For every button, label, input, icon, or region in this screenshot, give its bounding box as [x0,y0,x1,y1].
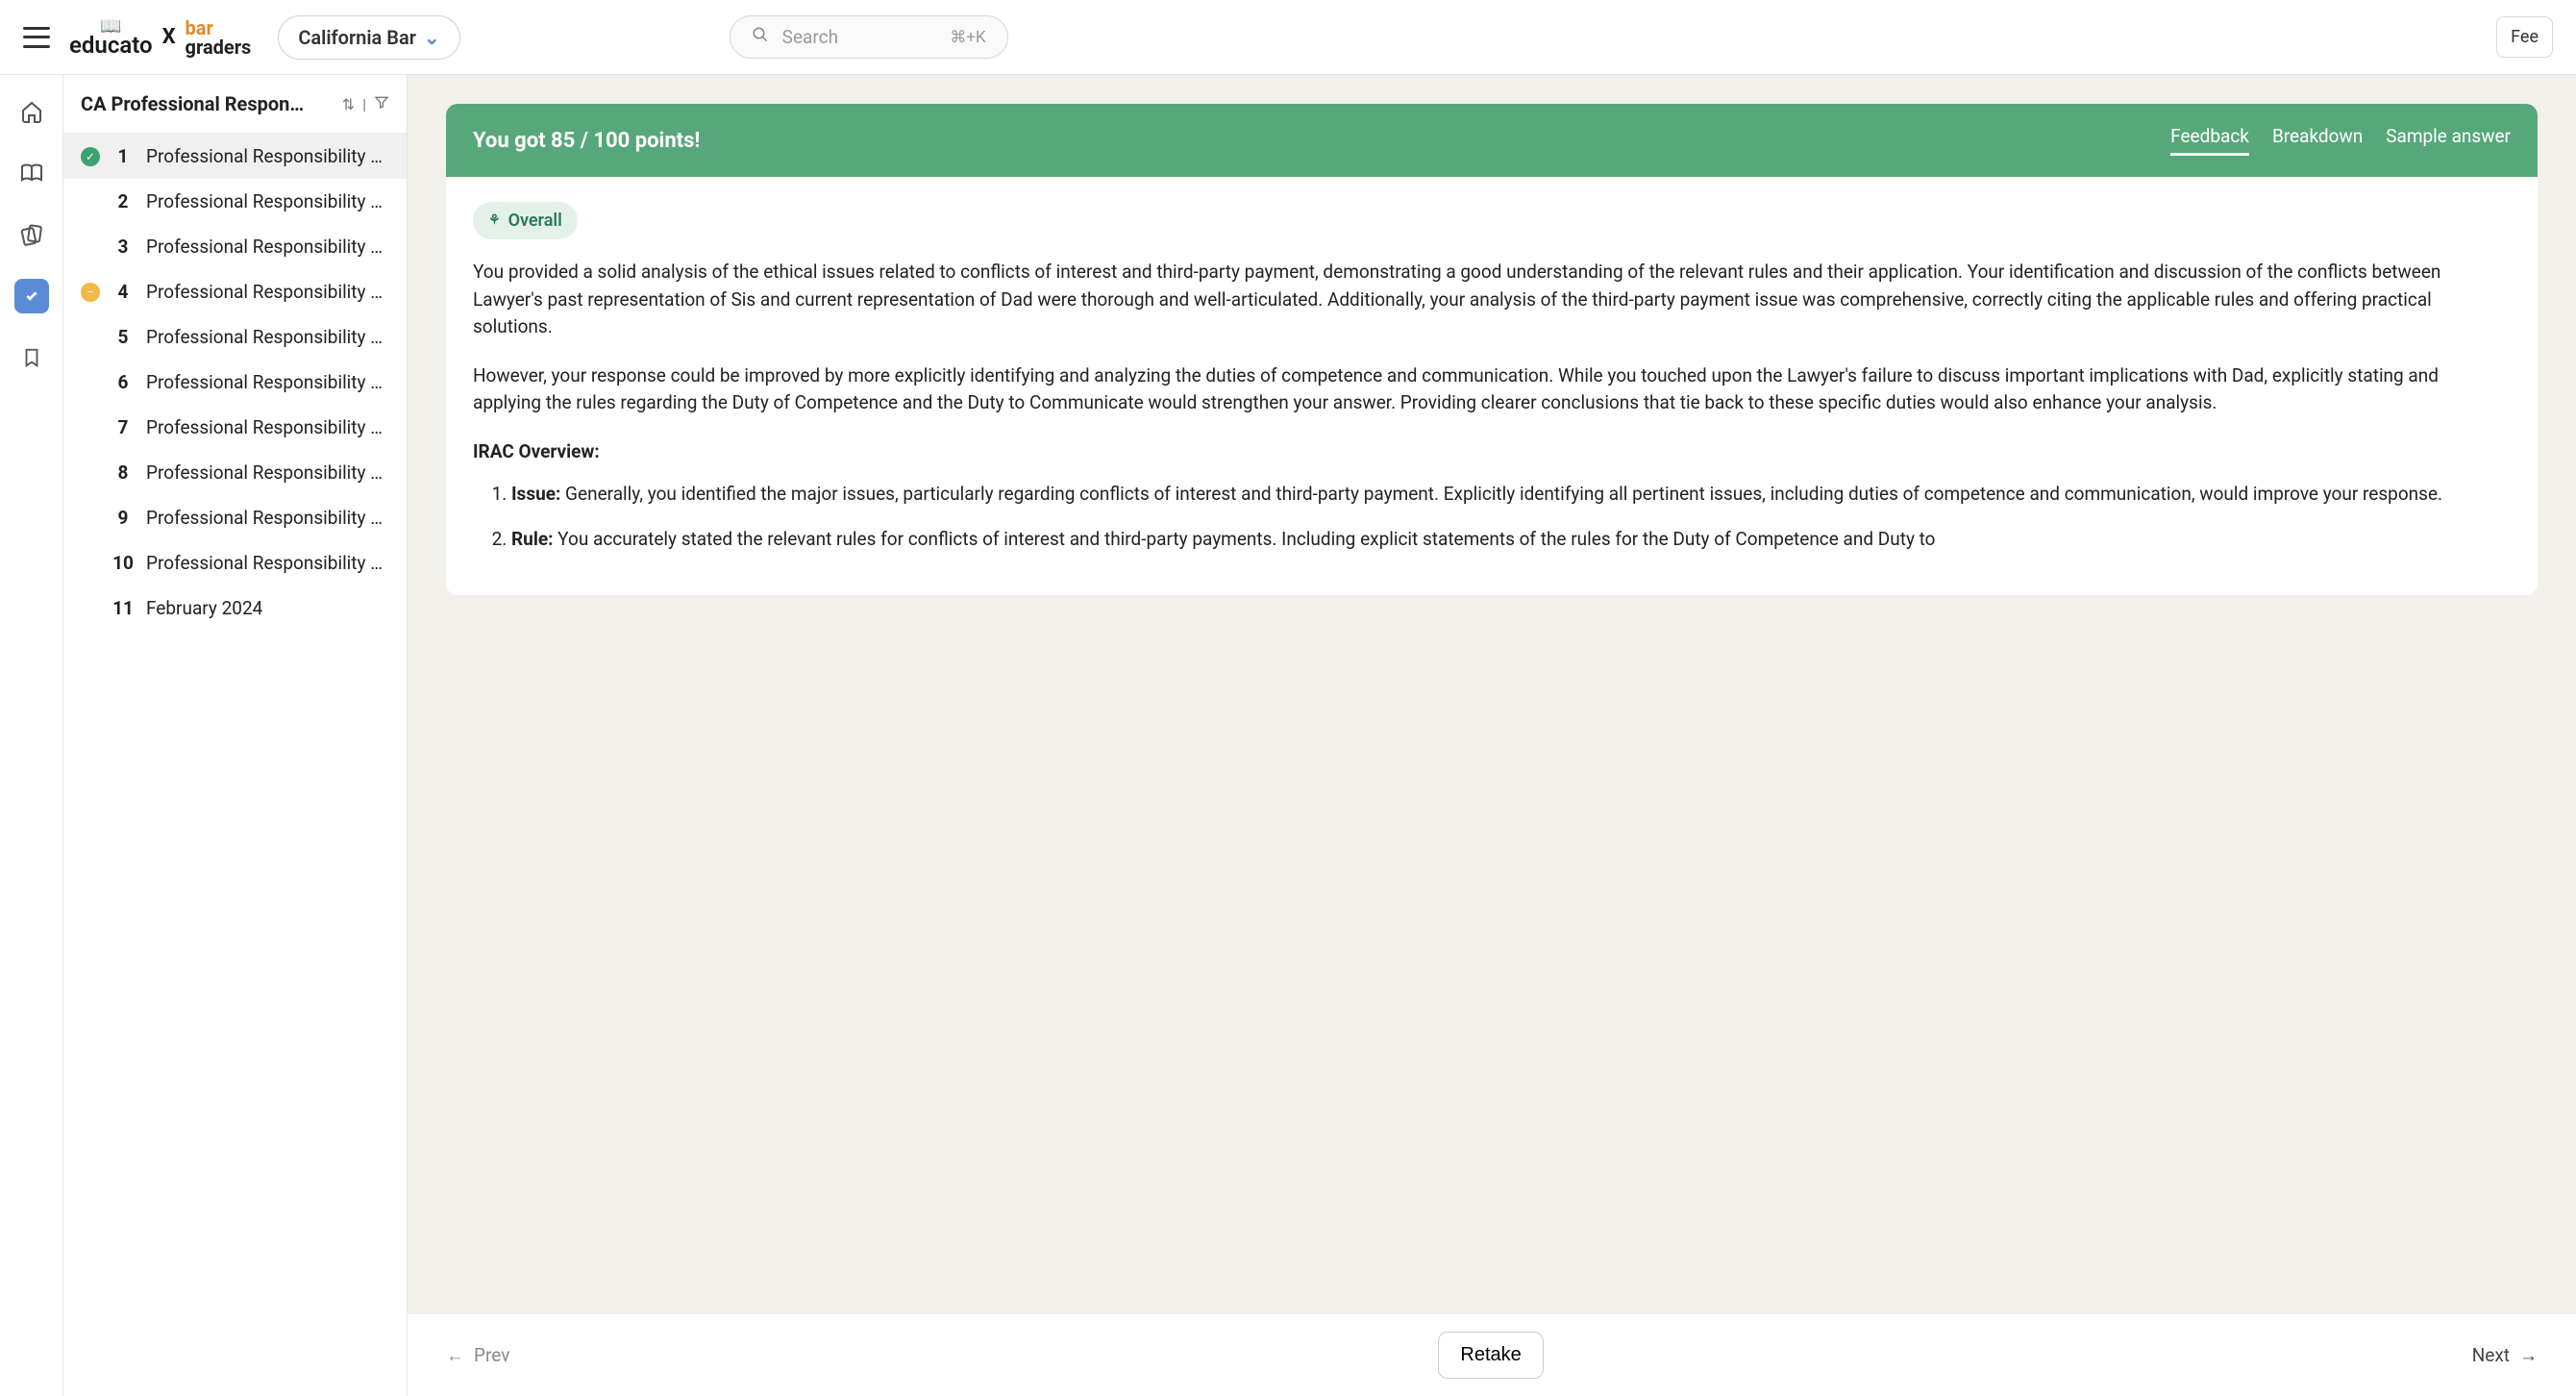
filter-icon[interactable] [374,94,389,113]
irac-item: Rule: You accurately stated the relevant… [511,526,2511,554]
question-list: ✓ 1 Professional Responsibility 4 - ... 2 Pr… [63,134,407,1396]
question-title: Professional Responsibility 3 - Q... [146,507,389,529]
check-icon[interactable] [14,279,49,313]
search-placeholder: Search [782,26,937,48]
bookmark-icon[interactable] [14,340,49,375]
arrow-left-icon: ← [446,1344,464,1367]
empty-status-icon [81,418,100,437]
question-row[interactable]: –4 Professional Responsibility 6 - Q... [63,269,407,314]
arrow-right-icon: → [2519,1344,2538,1367]
question-number: 6 [111,371,135,393]
question-number: 5 [111,326,135,348]
irac-lead: Issue: [511,483,560,505]
chevron-down-icon: ⌄ [424,26,440,49]
irac-lead: Rule: [511,528,553,550]
main-panel: You got 85 / 100 points! Feedback Breakd… [408,75,2576,1396]
question-row[interactable]: 6 Professional Responsibility 12 - ... [63,360,407,405]
result-tabs: Feedback Breakdown Sample answer [2170,125,2511,156]
question-row[interactable]: 8 Professional Responsibility 5 - Q... [63,450,407,495]
irac-list: Issue: Generally, you identified the maj… [473,481,2511,553]
tree-icon: ⚘ [488,211,501,231]
question-title: February 2024 [146,597,389,619]
question-title: Professional Responsibility 1a - ... [146,416,389,438]
cards-icon[interactable] [14,217,49,252]
empty-status-icon [81,237,100,257]
question-title: Professional Responsibility 2 - Q... [146,236,389,258]
score-text: You got 85 / 100 points! [473,129,700,153]
empty-status-icon [81,463,100,483]
question-row[interactable]: 9 Professional Responsibility 3 - Q... [63,495,407,540]
check-circle-icon: ✓ [81,147,100,166]
question-title: Professional Responsibility 4 - ... [146,145,389,167]
question-number: 8 [111,461,135,484]
question-title: Professional Responsibility 8 - ... [146,552,389,574]
question-title: Professional Responsibility 12 - ... [146,371,389,393]
question-number: 11 [111,597,135,619]
feedback-button[interactable]: Fee [2496,16,2553,58]
question-number: 4 [111,281,135,303]
jurisdiction-dropdown[interactable]: California Bar ⌄ [278,15,459,60]
empty-status-icon [81,509,100,528]
question-row[interactable]: 5 Professional Responsibility 13 - ... [63,314,407,360]
book-icon[interactable] [14,156,49,190]
logo[interactable]: 📖 educato X bar graders [69,18,251,57]
empty-status-icon [81,192,100,212]
empty-status-icon [81,599,100,618]
result-card: You got 85 / 100 points! Feedback Breakd… [446,104,2538,595]
question-number: 9 [111,507,135,529]
topbar: 📖 educato X bar graders California Bar ⌄… [0,0,2576,75]
left-rail [0,75,63,1396]
feedback-para-1: You provided a solid analysis of the eth… [473,259,2511,341]
logo-text-right-top: bar [186,18,252,37]
next-button[interactable]: Next → [2472,1344,2538,1367]
tab-breakdown[interactable]: Breakdown [2272,125,2363,156]
home-icon[interactable] [14,94,49,129]
logo-x: X [162,25,176,49]
jurisdiction-label: California Bar [298,26,416,49]
retake-button[interactable]: Retake [1438,1332,1543,1379]
question-row[interactable]: ✓ 1 Professional Responsibility 4 - ... [63,134,407,179]
question-number: 3 [111,236,135,258]
search-input[interactable]: Search ⌘+K [730,15,1008,59]
irac-item: Issue: Generally, you identified the maj… [511,481,2511,509]
footer-nav: ← Prev Retake Next → [408,1313,2576,1396]
question-number: 10 [111,552,135,574]
tab-sample[interactable]: Sample answer [2386,125,2511,156]
question-title: Professional Responsibility 13 - ... [146,326,389,348]
sort-icon[interactable]: ⇅ [342,95,355,113]
question-number: 7 [111,416,135,438]
question-title: Professional Responsibility 6 - Q... [146,281,389,303]
empty-status-icon [81,554,100,573]
search-shortcut: ⌘+K [950,28,985,47]
question-number: 1 [111,145,135,167]
empty-status-icon [81,373,100,392]
partial-circle-icon: – [81,283,100,302]
irac-title: IRAC Overview: [473,438,2511,466]
question-row[interactable]: 7 Professional Responsibility 1a - ... [63,405,407,450]
irac-text: You accurately stated the relevant rules… [553,528,1935,550]
question-title: Professional Responsibility 5 - Q... [146,461,389,484]
logo-text-right-bot: graders [186,37,252,57]
empty-status-icon [81,328,100,347]
search-icon [752,26,769,48]
menu-toggle[interactable] [23,27,50,48]
irac-text: Generally, you identified the major issu… [560,483,2442,505]
prev-button[interactable]: ← Prev [446,1344,509,1367]
overall-label: Overall [508,208,562,234]
logo-text-left: educato [69,34,153,57]
sidebar-title: CA Professional Responsibi... [81,92,311,115]
tab-feedback[interactable]: Feedback [2170,125,2249,156]
question-row[interactable]: 3 Professional Responsibility 2 - Q... [63,224,407,269]
question-row[interactable]: 10 Professional Responsibility 8 - ... [63,540,407,586]
question-sidebar: CA Professional Responsibi... ⇅ | ✓1Prof… [63,75,408,1396]
question-number: 2 [111,190,135,212]
question-title: Professional Responsibility 11 - ... [146,190,389,212]
overall-pill: ⚘ Overall [473,202,578,239]
question-row[interactable]: 11 February 2024 [63,586,407,631]
question-row[interactable]: 2 Professional Responsibility 11 - ... [63,179,407,224]
feedback-para-2: However, your response could be improved… [473,362,2511,417]
